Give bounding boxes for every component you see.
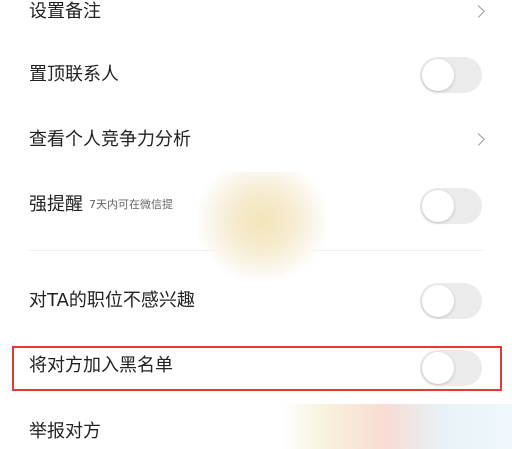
pin-contact-toggle[interactable] <box>420 57 482 93</box>
strong-reminder-label: 强提醒 7天内可在微信提 <box>29 193 173 217</box>
chevron-right-icon <box>472 5 485 18</box>
not-interested-toggle[interactable] <box>420 283 482 319</box>
toggle-knob <box>422 190 454 222</box>
toggle-knob <box>422 285 454 317</box>
competitiveness-label: 查看个人竞争力分析 <box>29 129 191 150</box>
not-interested-label: 对TA的职位不感兴趣 <box>29 290 195 311</box>
toggle-knob <box>422 59 454 91</box>
report-label: 举报对方 <box>29 421 101 442</box>
strong-reminder-toggle[interactable] <box>420 188 482 224</box>
pin-contact-row: 置顶联系人 <box>0 45 512 105</box>
chevron-right-icon <box>472 133 485 146</box>
strong-reminder-title: 强提醒 <box>29 194 83 215</box>
pin-contact-label: 置顶联系人 <box>29 64 119 85</box>
competitiveness-row[interactable]: 查看个人竞争力分析 <box>0 110 512 170</box>
highlight-box <box>12 346 502 391</box>
remark-label: 设置备注 <box>29 1 101 22</box>
blurred-overlay <box>198 172 326 280</box>
not-interested-row: 对TA的职位不感兴趣 <box>0 272 512 332</box>
strong-reminder-hint: 7天内可在微信提 <box>89 198 173 211</box>
blurred-overlay <box>282 404 512 449</box>
remark-row[interactable]: 设置备注 <box>0 0 512 41</box>
